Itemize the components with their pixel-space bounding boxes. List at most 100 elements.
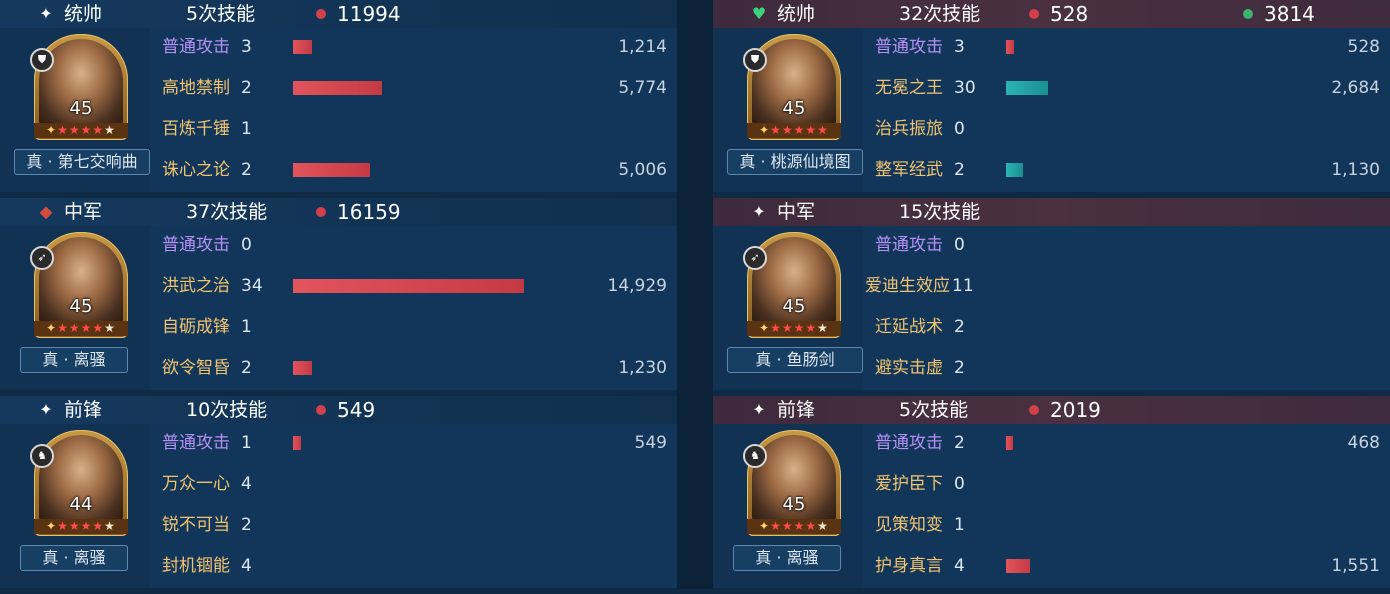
skill-name[interactable]: 整军经武 xyxy=(875,159,943,181)
skill-use-count: 0 xyxy=(241,235,252,255)
role-label: 中军 xyxy=(777,201,816,223)
skill-use-count: 30 xyxy=(954,78,976,98)
treasure-plate[interactable]: 真 · 离骚 xyxy=(20,545,128,571)
treasure-plate[interactable]: 真 · 桃源仙境图 xyxy=(727,149,863,175)
skill-use-count: 3 xyxy=(241,37,252,57)
skill-name[interactable]: 爱迪生效应 xyxy=(865,275,950,297)
skill-name[interactable]: 迁延战术 xyxy=(875,316,943,338)
skill-name[interactable]: 洪武之治 xyxy=(162,275,230,297)
heal-total: 3814 xyxy=(1264,2,1315,26)
skill-use-count: 11 xyxy=(952,276,974,296)
skill-use-count: 2 xyxy=(954,358,965,378)
damage-total: 549 xyxy=(337,398,376,422)
skill-name[interactable]: 普通攻击 xyxy=(162,432,230,454)
skill-row: 见策知变 1 xyxy=(863,506,1390,546)
general-body: 45 ✦★★★★★ ♞ 真 · 离骚 普通攻击 2 468 爱护臣下 0 见策知变 1 护身真言 4 1,… xyxy=(713,424,1390,588)
skill-damage-bar xyxy=(1006,436,1013,450)
skill-use-count: 0 xyxy=(954,474,965,494)
damage-total: 528 xyxy=(1050,2,1089,26)
skill-damage-value: 468 xyxy=(1347,433,1380,453)
right-team-panel: ♥ 统帅 32次技能 528 3814 45 ✦★★★★★ ⛊ 真 · 桃源仙境图 普通攻击 3 52… xyxy=(713,0,1390,589)
skill-name[interactable]: 自砺成锋 xyxy=(162,316,230,338)
skill-use-count: 1 xyxy=(241,317,252,337)
skill-name[interactable]: 普通攻击 xyxy=(162,36,230,58)
star-icon: ★ xyxy=(57,321,69,335)
skill-row: 治兵振旅 0 xyxy=(863,110,1390,150)
skill-name[interactable]: 普通攻击 xyxy=(875,432,943,454)
skill-damage-bar xyxy=(1006,163,1023,177)
portrait-column: 45 ✦★★★★★ ⛊ 真 · 桃源仙境图 xyxy=(713,28,863,192)
skill-name[interactable]: 护身真言 xyxy=(875,555,943,577)
star-rating: ✦★★★★★ xyxy=(747,123,841,138)
general-block: ◆ 中军 37次技能 16159 45 ✦★★★★★ ➶ 真 · 离骚 普通攻击 0 洪武之治 34 1… xyxy=(0,198,677,396)
star-icon: ★ xyxy=(817,519,829,533)
damage-dot-icon xyxy=(1029,9,1039,19)
star-icon: ★ xyxy=(817,123,829,137)
skill-name[interactable]: 百炼千锤 xyxy=(162,118,230,140)
general-header: ✦ 前锋 5次技能 2019 xyxy=(713,396,1390,424)
skill-name[interactable]: 普通攻击 xyxy=(875,36,943,58)
skill-row: 万众一心 4 xyxy=(150,465,677,505)
star-icon: ★ xyxy=(817,321,829,335)
general-header: ✦ 统帅 5次技能 11994 xyxy=(0,0,677,28)
skill-damage-value: 549 xyxy=(634,433,667,453)
star-icon: ★ xyxy=(57,123,69,137)
damage-dot-icon xyxy=(316,207,326,217)
skill-name[interactable]: 诛心之论 xyxy=(162,159,230,181)
general-header: ✦ 中军 15次技能 xyxy=(713,198,1390,226)
skill-name[interactable]: 封机锢能 xyxy=(162,555,230,577)
role-label: 中军 xyxy=(64,201,103,223)
sparkle-icon: ✦ xyxy=(752,400,766,419)
skill-name[interactable]: 爱护臣下 xyxy=(875,473,943,495)
treasure-plate[interactable]: 真 · 离骚 xyxy=(733,545,841,571)
skill-damage-bar xyxy=(293,361,312,375)
general-block: ✦ 前锋 10次技能 549 44 ✦★★★★★ ♞ 真 · 离骚 普通攻击 1 549 万众一心 4 锐… xyxy=(0,396,677,594)
infantry-icon: ⛊ xyxy=(30,48,54,72)
skill-row: 锐不可当 2 xyxy=(150,506,677,546)
skill-name[interactable]: 锐不可当 xyxy=(162,514,230,536)
star-icon: ★ xyxy=(805,519,818,533)
general-block: ✦ 前锋 5次技能 2019 45 ✦★★★★★ ♞ 真 · 离骚 普通攻击 2 468 爱护臣下 0 见… xyxy=(713,396,1390,594)
skill-row: 普通攻击 2 468 xyxy=(863,424,1390,464)
treasure-plate[interactable]: 真 · 第七交响曲 xyxy=(14,149,150,175)
star-rating: ✦★★★★★ xyxy=(34,123,128,138)
treasure-plate[interactable]: 真 · 离骚 xyxy=(20,347,128,373)
skill-name[interactable]: 高地禁制 xyxy=(162,77,230,99)
skill-row: 普通攻击 3 528 xyxy=(863,28,1390,68)
red-diamond-icon: ◆ xyxy=(39,202,53,221)
skill-damage-value: 5,774 xyxy=(618,78,667,98)
skill-row: 普通攻击 0 xyxy=(150,226,677,266)
skill-use-count: 4 xyxy=(954,556,965,576)
damage-dot-icon xyxy=(1029,405,1039,415)
skill-name[interactable]: 无冕之王 xyxy=(875,77,943,99)
heal-dot-icon xyxy=(1243,9,1253,19)
skill-name[interactable]: 普通攻击 xyxy=(875,234,943,256)
skill-use-count: 34 xyxy=(241,276,263,296)
star-icon: ★ xyxy=(805,123,818,137)
skill-row: 普通攻击 3 1,214 xyxy=(150,28,677,68)
cavalry-icon: ♞ xyxy=(30,444,54,468)
star-rating: ✦★★★★★ xyxy=(747,519,841,534)
skill-cast-count: 15次技能 xyxy=(899,201,981,223)
skill-name[interactable]: 万众一心 xyxy=(162,473,230,495)
skill-use-count: 2 xyxy=(241,358,252,378)
treasure-plate[interactable]: 真 · 鱼肠剑 xyxy=(727,347,863,373)
skill-row: 避实击虚 2 xyxy=(863,349,1390,389)
skill-name[interactable]: 见策知变 xyxy=(875,514,943,536)
general-level: 44 xyxy=(69,494,93,515)
skill-damage-bar xyxy=(1006,81,1048,95)
star-icon: ★ xyxy=(104,123,116,137)
skill-list: 普通攻击 3 528 无冕之王 30 2,684 治兵振旅 0 整军经武 2 1,130 xyxy=(863,28,1390,192)
skill-use-count: 0 xyxy=(954,235,965,255)
general-header: ◆ 中军 37次技能 16159 xyxy=(0,198,677,226)
skill-use-count: 4 xyxy=(241,556,252,576)
portrait-column: 45 ✦★★★★★ ♞ 真 · 离骚 xyxy=(713,424,863,588)
skill-name[interactable]: 普通攻击 xyxy=(162,234,230,256)
skill-name[interactable]: 欲令智昏 xyxy=(162,357,230,379)
skill-name[interactable]: 治兵振旅 xyxy=(875,118,943,140)
star-icon: ★ xyxy=(793,519,806,533)
skill-name[interactable]: 避实击虚 xyxy=(875,357,943,379)
skill-row: 欲令智昏 2 1,230 xyxy=(150,349,677,389)
damage-total: 11994 xyxy=(337,2,401,26)
general-level: 45 xyxy=(69,296,93,317)
